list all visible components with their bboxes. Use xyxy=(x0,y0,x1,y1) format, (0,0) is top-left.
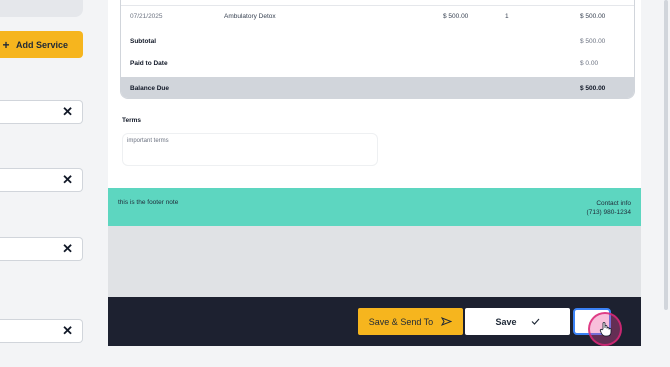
add-service-label: Add Service xyxy=(16,39,69,50)
subtotal-value: $ 500.00 xyxy=(580,38,606,45)
item-qty: 1 xyxy=(505,13,509,20)
hand-pointer-icon xyxy=(599,322,612,337)
contact-info: Contact info (713) 980-1234 xyxy=(587,199,631,217)
footer-spacer xyxy=(108,226,641,297)
footer-note: this is the footer note xyxy=(118,199,179,206)
send-icon xyxy=(441,317,453,326)
close-icon[interactable]: ✕ xyxy=(62,323,73,339)
invoice-table: 07/21/2025 Ambulatory Detox $ 500.00 1 $… xyxy=(120,0,635,99)
balance-label: Balance Due xyxy=(130,85,170,92)
paid-value: $ 0.00 xyxy=(580,60,599,67)
balance-row: Balance Due $ 500.00 xyxy=(121,77,634,98)
service-field[interactable]: ✕ xyxy=(0,319,83,343)
left-panel: + Add Service ✕ ✕ ✕ ✕ xyxy=(0,0,104,367)
item-date: 07/21/2025 xyxy=(130,13,163,20)
scrollbar[interactable] xyxy=(664,0,668,310)
item-amount: $ 500.00 xyxy=(580,13,606,20)
save-button[interactable]: Save xyxy=(465,308,570,335)
close-icon[interactable]: ✕ xyxy=(62,172,73,188)
paid-label: Paid to Date xyxy=(130,60,168,67)
service-field[interactable]: ✕ xyxy=(0,237,83,261)
service-card-top xyxy=(0,0,83,17)
plus-icon: + xyxy=(2,37,10,52)
footer-band: this is the footer note Contact info (71… xyxy=(108,188,641,226)
service-field[interactable]: ✕ xyxy=(0,168,83,192)
contact-phone: (713) 980-1234 xyxy=(586,209,631,216)
invoice-preview: 07/21/2025 Ambulatory Detox $ 500.00 1 $… xyxy=(104,0,670,367)
cursor-indicator xyxy=(588,312,622,346)
action-bar: Save & Send To Save xyxy=(108,297,641,346)
item-description: Ambulatory Detox xyxy=(224,13,276,20)
close-icon[interactable]: ✕ xyxy=(62,104,73,120)
save-label: Save xyxy=(495,316,517,327)
subtotal-label: Subtotal xyxy=(130,38,156,45)
balance-value: $ 500.00 xyxy=(580,85,606,92)
terms-label: Terms xyxy=(122,117,142,124)
check-icon xyxy=(531,318,539,325)
close-icon[interactable]: ✕ xyxy=(62,241,73,257)
save-and-send-button[interactable]: Save & Send To xyxy=(358,308,463,335)
table-row: 07/21/2025 Ambulatory Detox $ 500.00 1 $… xyxy=(121,5,634,23)
contact-label: Contact info xyxy=(596,200,631,207)
service-field[interactable]: ✕ xyxy=(0,100,83,124)
save-and-send-label: Save & Send To xyxy=(368,316,434,327)
add-service-button[interactable]: + Add Service xyxy=(0,31,83,58)
item-rate: $ 500.00 xyxy=(443,13,469,20)
terms-field[interactable]: important terms xyxy=(122,133,378,166)
